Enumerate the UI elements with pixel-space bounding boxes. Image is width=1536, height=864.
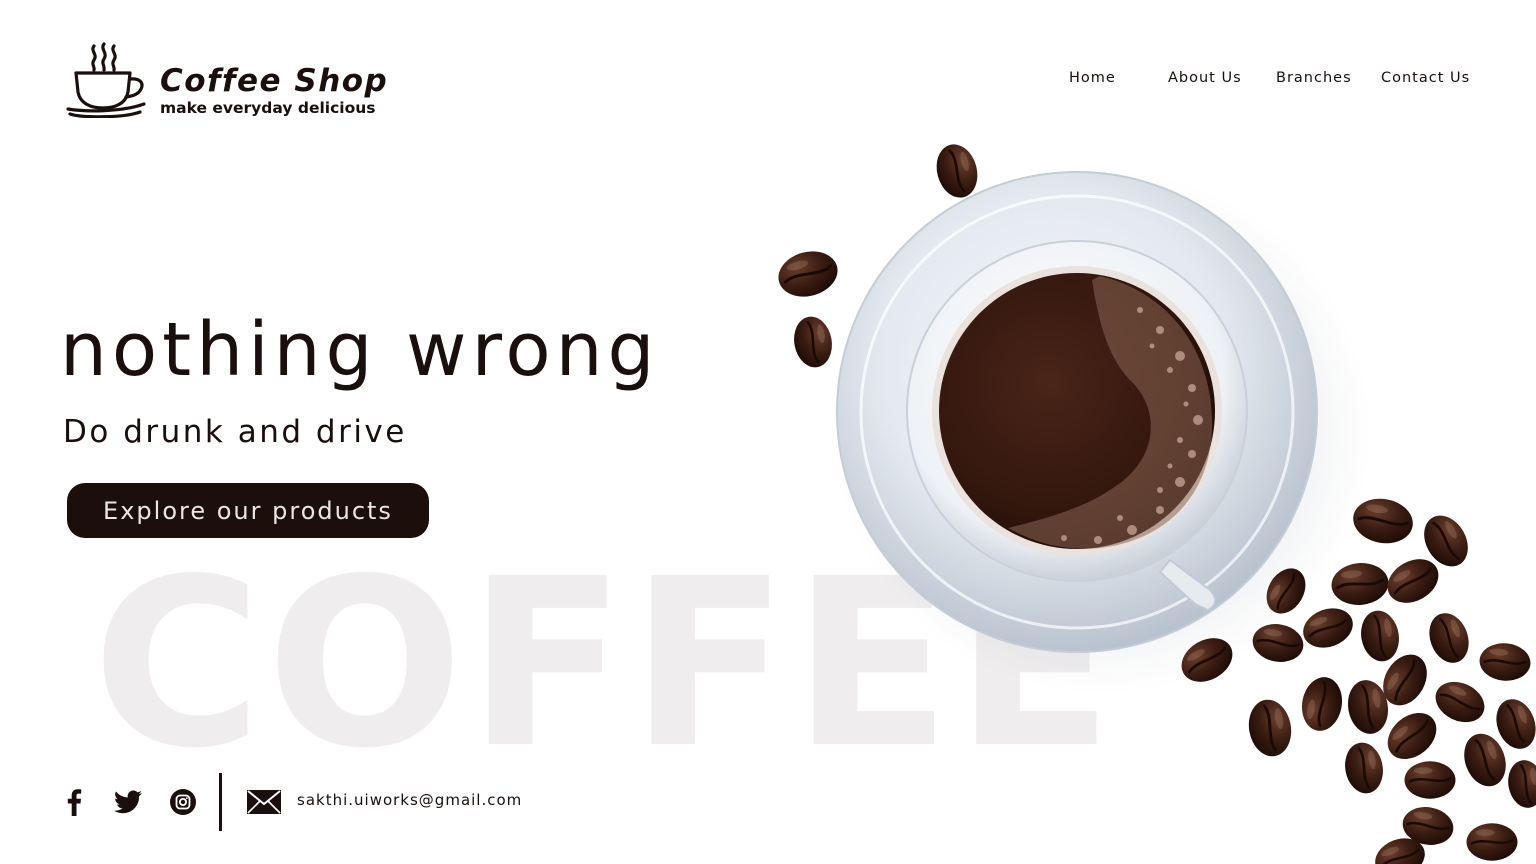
hero-headline: nothing wrong (60, 307, 660, 393)
brand-title: Coffee Shop (160, 62, 389, 99)
explore-products-button[interactable]: Explore our products (67, 483, 429, 538)
twitter-icon[interactable] (114, 788, 142, 816)
mail-icon (247, 790, 281, 814)
landing-page: COFFEE Coffee Shop make everyday delicio… (0, 0, 1536, 864)
contact-bar: sakthi.uiworks@gmail.com (0, 772, 700, 832)
coffee-cup-icon (66, 42, 146, 118)
brand-logo[interactable]: Coffee Shop make everyday delicious (64, 42, 388, 118)
brand-tagline: make everyday delicious (160, 98, 376, 117)
contact-email-link[interactable]: sakthi.uiworks@gmail.com (297, 791, 522, 809)
nav-home[interactable]: Home (1069, 70, 1116, 86)
coffee-cup-image (771, 138, 1536, 864)
nav-about-us[interactable]: About Us (1168, 70, 1242, 86)
contact-divider (219, 773, 222, 831)
instagram-icon[interactable] (169, 788, 197, 816)
nav-contact-us[interactable]: Contact Us (1381, 70, 1470, 86)
nav-branches[interactable]: Branches (1276, 70, 1352, 86)
facebook-icon[interactable] (60, 788, 88, 816)
hero-subheadline: Do drunk and drive (63, 414, 407, 450)
